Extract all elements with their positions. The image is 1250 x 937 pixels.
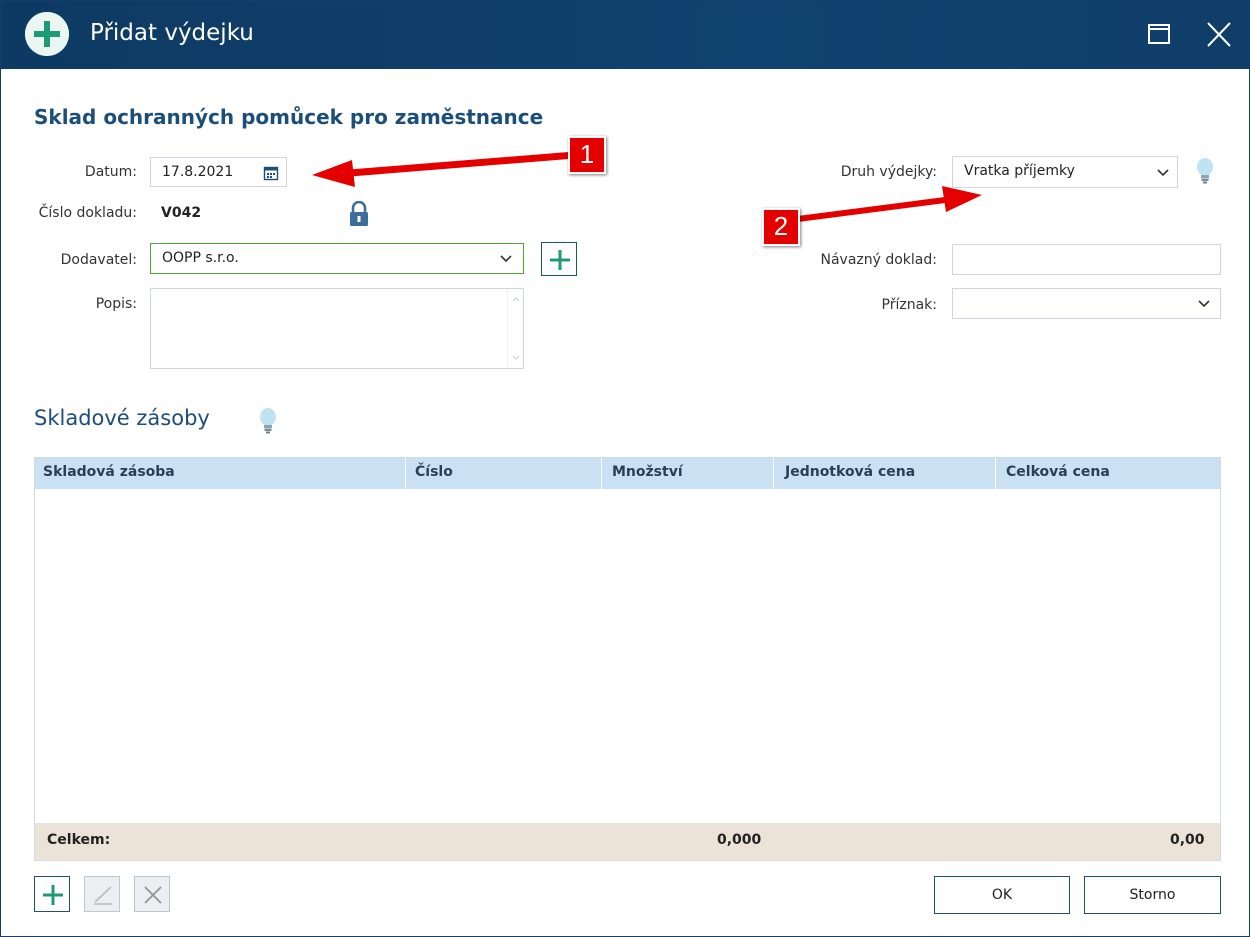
total-quantity: 0,000 <box>717 832 762 848</box>
cross-icon <box>144 886 162 904</box>
popis-textarea[interactable] <box>150 288 524 369</box>
plus-icon <box>43 885 63 905</box>
maximize-button[interactable] <box>1141 17 1177 53</box>
edit-item-button[interactable] <box>84 876 120 912</box>
popis-scrollbar[interactable] <box>507 289 523 368</box>
column-divider <box>601 458 602 489</box>
cancel-button[interactable]: Storno <box>1084 876 1221 914</box>
column-divider <box>773 458 774 489</box>
add-icon <box>25 12 69 56</box>
column-divider <box>995 458 996 489</box>
column-header[interactable]: Skladová zásoba <box>43 458 175 489</box>
title-bar: Přidat výdejku <box>1 1 1249 69</box>
pencil-icon <box>94 886 112 905</box>
dodavatel-value: OOPP s.r.o. <box>162 250 239 266</box>
delete-item-button[interactable] <box>134 876 170 912</box>
cislo-dokladu-label: Číslo dokladu: <box>38 205 137 221</box>
dodavatel-select[interactable]: OOPP s.r.o. <box>150 243 524 274</box>
ok-button[interactable]: OK <box>934 876 1070 914</box>
navazny-doklad-input[interactable] <box>952 244 1221 275</box>
add-supplier-button[interactable] <box>541 242 577 276</box>
add-item-button[interactable] <box>34 876 70 912</box>
druh-vydejky-select[interactable]: Vratka příjemky <box>952 156 1178 188</box>
priznak-select[interactable] <box>952 288 1221 319</box>
grid-footer: Celkem: 0,000 0,00 <box>35 823 1220 860</box>
column-header[interactable]: Celková cena <box>1006 458 1110 489</box>
column-header[interactable]: Číslo <box>415 458 453 489</box>
stock-grid[interactable]: Skladová zásoba Číslo Množství Jednotkov… <box>34 457 1221 861</box>
maximize-icon <box>1148 24 1170 44</box>
dialog-window: Přidat výdejku Sklad ochranných pomůcek … <box>0 0 1250 937</box>
annotation-badge-1: 1 <box>568 136 606 174</box>
close-button[interactable] <box>1201 17 1237 53</box>
close-icon <box>1207 22 1231 47</box>
window-title: Přidat výdejku <box>90 20 254 46</box>
section-title: Skladové zásoby <box>34 406 210 430</box>
druh-vydejky-label: Druh výdejky: <box>840 164 937 180</box>
cislo-dokladu-value: V042 <box>161 205 202 221</box>
datum-field[interactable]: 17.8.2021 <box>150 157 287 187</box>
column-divider <box>405 458 406 489</box>
column-header[interactable]: Množství <box>612 458 683 489</box>
popis-label: Popis: <box>95 296 137 312</box>
column-header[interactable]: Jednotková cena <box>785 458 915 489</box>
druh-vydejky-value: Vratka příjemky <box>964 163 1075 179</box>
priznak-label: Příznak: <box>881 297 937 313</box>
total-price: 0,00 <box>1170 832 1205 848</box>
dodavatel-label: Dodavatel: <box>60 252 137 268</box>
plus-icon <box>550 250 570 270</box>
form-heading: Sklad ochranných pomůcek pro zaměstnance <box>34 105 544 129</box>
datum-value: 17.8.2021 <box>162 164 234 180</box>
grid-header: Skladová zásoba Číslo Množství Jednotkov… <box>35 458 1220 489</box>
navazny-doklad-label: Návazný doklad: <box>820 252 937 268</box>
annotation-badge-2: 2 <box>762 208 800 246</box>
footer-label: Celkem: <box>47 832 111 848</box>
datum-label: Datum: <box>84 164 137 180</box>
